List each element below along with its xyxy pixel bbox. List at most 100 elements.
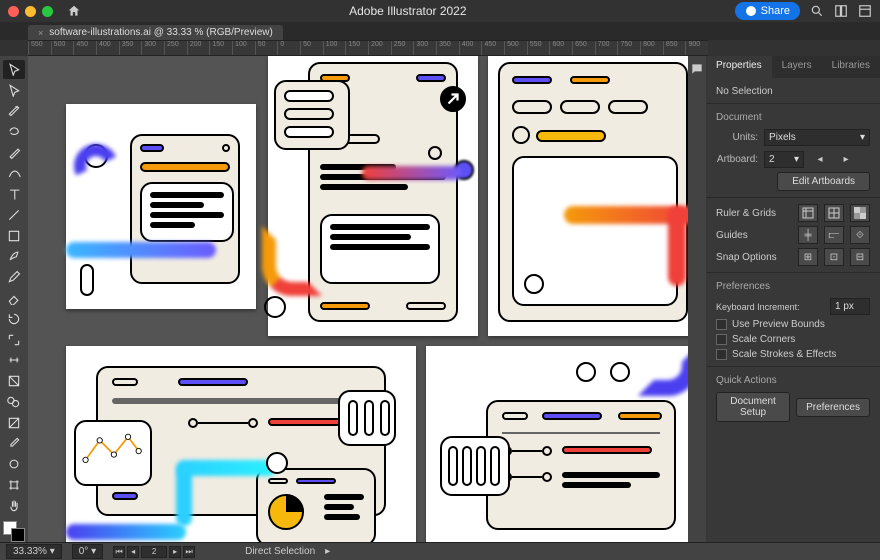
snap-options-label: Snap Options [716,252,792,263]
edit-artboards-button[interactable]: Edit Artboards [777,172,870,191]
eraser-tool[interactable] [3,289,25,308]
type-tool[interactable] [3,185,25,204]
free-transform-icon [7,374,21,388]
last-artboard-icon[interactable]: ⏭ [183,546,195,558]
pencil-icon [7,270,21,284]
magic-wand-icon [7,104,21,118]
cloud-icon [745,5,757,17]
maximize-window-icon[interactable] [42,6,53,17]
lasso-tool[interactable] [3,122,25,141]
tools-panel [0,56,28,542]
ruler-tick: 650 [572,41,595,55]
blend-icon [7,457,21,471]
title-bar: Adobe Illustrator 2022 Share [0,0,880,22]
arrange-documents-icon[interactable] [834,4,848,18]
ruler-tick: 700 [595,41,618,55]
preferences-button[interactable]: Preferences [796,398,870,417]
home-icon[interactable] [67,4,81,18]
guides-visibility-icon[interactable]: ╪ [798,226,818,244]
keyboard-increment-input[interactable] [830,298,870,315]
eyedropper-tool[interactable] [3,434,25,453]
status-bar: 33.33% ▾ 0° ▾ ⏮ ◂ 2 ▸ ⏭ Direct Selection… [0,542,880,560]
snap-grid-icon[interactable]: ⊟ [850,248,870,266]
minimize-window-icon[interactable] [25,6,36,17]
pencil-tool[interactable] [3,268,25,287]
window-controls [8,6,53,17]
app-title: Adobe Illustrator 2022 [89,4,727,18]
snap-point-icon[interactable]: ⊡ [824,248,844,266]
selection-tool[interactable] [3,60,25,79]
curvature-tool[interactable] [3,164,25,183]
prev-artboard-icon[interactable]: ◂ [810,150,830,168]
artboard-icon [7,478,21,492]
artboard-2 [268,56,478,336]
workspace-switcher-icon[interactable] [858,4,872,18]
line-tool[interactable] [3,205,25,224]
line-icon [7,208,21,222]
next-artboard-icon[interactable]: ▸ [169,546,181,558]
direct-selection-icon [7,83,21,97]
ruler-tick: 50 [255,41,278,55]
close-tab-icon[interactable]: × [38,28,43,38]
document-setup-button[interactable]: Document Setup [716,392,790,422]
artboard-tool[interactable] [3,476,25,495]
zoom-select[interactable]: 33.33% ▾ [6,544,62,559]
hand-tool[interactable] [3,496,25,515]
scale-tool[interactable] [3,330,25,349]
ruler-tick: 150 [345,41,368,55]
paintbrush-tool[interactable] [3,247,25,266]
ruler-tick: 400 [459,41,482,55]
transparency-grid-icon[interactable] [850,204,870,222]
share-button[interactable]: Share [735,2,800,20]
snap-pixel-icon[interactable]: ⊞ [798,248,818,266]
shape-builder-tool[interactable] [3,393,25,412]
pen-tool[interactable] [3,143,25,162]
ruler-tick: 350 [436,41,459,55]
use-preview-bounds-checkbox[interactable]: Use Preview Bounds [716,319,870,330]
current-tool-label[interactable]: Direct Selection [245,546,315,557]
close-window-icon[interactable] [8,6,19,17]
units-select[interactable]: Pixels▾ [764,129,870,146]
artboard-number-select[interactable]: 2 [141,546,167,558]
artboard-select[interactable]: 2▾ [764,151,804,168]
comment-icon[interactable] [690,62,704,76]
blend-tool[interactable] [3,455,25,474]
width-icon [7,353,21,367]
document-tab[interactable]: × software-illustrations.ai @ 33.33 % (R… [28,25,283,40]
ruler-toggle-icon[interactable] [798,204,818,222]
ruler-tick: 900 [685,41,708,55]
rotate-view-select[interactable]: 0° ▾ [72,544,103,559]
scale-corners-checkbox[interactable]: Scale Corners [716,334,870,345]
ruler-tick: 250 [164,41,187,55]
curvature-icon [7,166,21,180]
chevron-down-icon: ▾ [860,132,865,143]
width-tool[interactable] [3,351,25,370]
rotate-tool[interactable] [3,309,25,328]
preferences-heading: Preferences [716,281,870,292]
free-transform-tool[interactable] [3,372,25,391]
guides-lock-icon[interactable]: ⫍ [824,226,844,244]
first-artboard-icon[interactable]: ⏮ [113,546,125,558]
magic-wand-tool[interactable] [3,102,25,121]
prev-artboard-icon[interactable]: ◂ [127,546,139,558]
grid-toggle-icon[interactable] [824,204,844,222]
ruler-tick: 300 [141,41,164,55]
paintbrush-icon [7,249,21,263]
fill-stroke-swatch[interactable] [3,521,25,542]
gradient-icon [7,416,21,430]
horizontal-ruler[interactable]: 5505004504003503002502001501005005010015… [28,40,708,56]
tab-properties[interactable]: Properties [706,56,772,78]
gradient-tool[interactable] [3,413,25,432]
artboard-4 [66,346,416,542]
direct-selection-tool[interactable] [3,81,25,100]
ruler-tick: 450 [73,41,96,55]
next-artboard-icon[interactable]: ▸ [836,150,856,168]
shape-builder-icon [7,395,21,409]
smart-guides-icon[interactable]: ⟐ [850,226,870,244]
tab-libraries[interactable]: Libraries [822,56,880,78]
tab-layers[interactable]: Layers [772,56,822,78]
search-icon[interactable] [810,4,824,18]
rectangle-tool[interactable] [3,226,25,245]
canvas[interactable] [28,56,688,542]
scale-strokes-checkbox[interactable]: Scale Strokes & Effects [716,349,870,360]
